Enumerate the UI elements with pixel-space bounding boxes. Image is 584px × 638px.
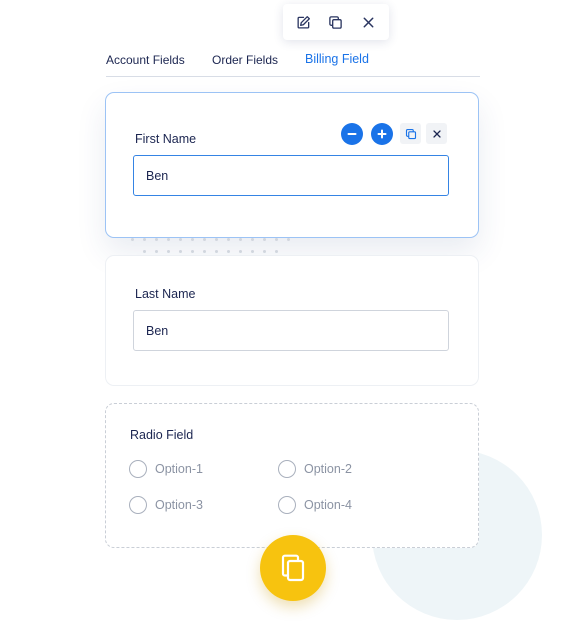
- radio-option-label: Option-3: [155, 498, 203, 512]
- copy-icon: [281, 554, 305, 582]
- duplicate-fab-button[interactable]: [260, 535, 326, 601]
- tab-order-fields[interactable]: Order Fields: [212, 53, 278, 67]
- tab-billing-field[interactable]: Billing Field: [305, 52, 369, 66]
- radio-button[interactable]: [129, 460, 147, 478]
- close-button[interactable]: [355, 8, 383, 36]
- first-name-input[interactable]: [133, 155, 449, 196]
- tab-account-fields[interactable]: Account Fields: [106, 53, 185, 67]
- edit-button[interactable]: [289, 8, 317, 36]
- radio-option-1[interactable]: Option-1: [129, 460, 203, 478]
- add-field-button[interactable]: [371, 123, 393, 145]
- duplicate-button[interactable]: [322, 8, 350, 36]
- plus-icon: [377, 129, 387, 139]
- last-name-label: Last Name: [135, 287, 196, 301]
- radio-option-label: Option-1: [155, 462, 203, 476]
- close-icon: [432, 129, 441, 138]
- radio-option-label: Option-4: [304, 498, 352, 512]
- minus-icon: [347, 133, 357, 135]
- close-icon: [363, 17, 374, 27]
- duplicate-field-button[interactable]: [400, 123, 421, 144]
- field-tabs: Account Fields Order Fields Billing Fiel…: [106, 50, 480, 77]
- radio-option-3[interactable]: Option-3: [129, 496, 203, 514]
- radio-option-label: Option-2: [304, 462, 352, 476]
- delete-field-button[interactable]: [426, 123, 447, 144]
- radio-button[interactable]: [278, 460, 296, 478]
- last-name-input[interactable]: [133, 310, 449, 351]
- field-toolbar: [283, 4, 389, 40]
- radio-button[interactable]: [129, 496, 147, 514]
- drag-dots: [131, 236, 301, 256]
- remove-field-button[interactable]: [341, 123, 363, 145]
- radio-button[interactable]: [278, 496, 296, 514]
- copy-icon: [329, 15, 343, 29]
- radio-field-label: Radio Field: [130, 428, 194, 442]
- radio-option-4[interactable]: Option-4: [278, 496, 352, 514]
- edit-icon: [297, 15, 310, 28]
- copy-icon: [405, 128, 416, 139]
- first-name-label: First Name: [135, 132, 197, 146]
- radio-option-2[interactable]: Option-2: [278, 460, 352, 478]
